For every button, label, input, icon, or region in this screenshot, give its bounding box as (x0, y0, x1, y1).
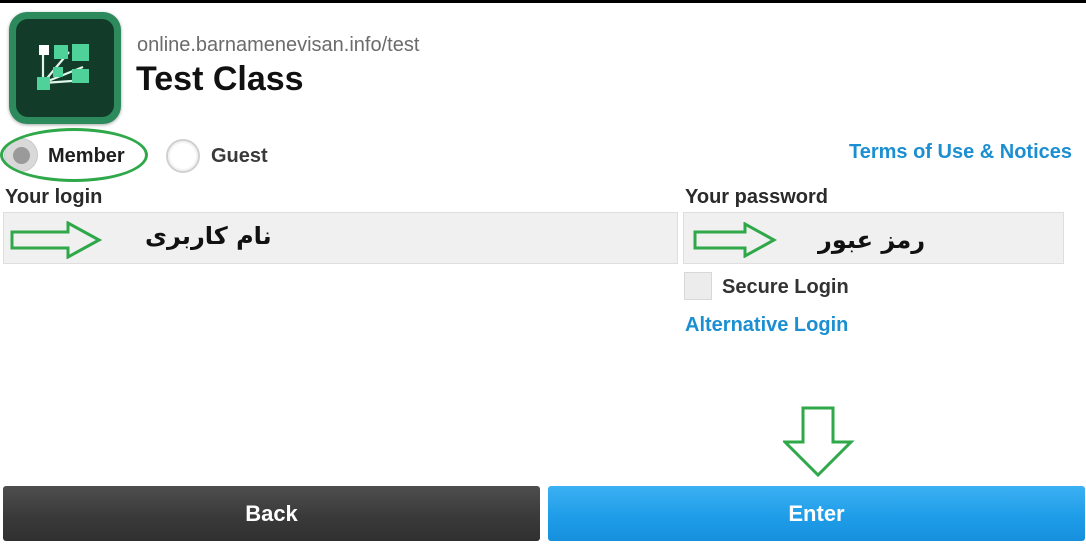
login-label: Your login (5, 186, 103, 208)
top-border (0, 0, 1086, 3)
adobe-connect-icon (16, 19, 114, 117)
app-icon (9, 12, 121, 124)
room-url: online.barnamenevisan.info/test (137, 34, 420, 56)
arrow-right-icon (693, 222, 777, 258)
page-title: Test Class (136, 60, 304, 98)
login-input-value: نام کاربری (145, 222, 272, 250)
password-label: Your password (685, 186, 828, 208)
arrow-down-icon (783, 406, 855, 478)
secure-login-label[interactable]: Secure Login (722, 276, 849, 299)
arrow-right-icon (10, 221, 102, 259)
secure-login-checkbox[interactable] (684, 272, 712, 300)
terms-link[interactable]: Terms of Use & Notices (849, 141, 1072, 164)
back-button[interactable]: Back (3, 486, 540, 541)
enter-button[interactable]: Enter (548, 486, 1085, 541)
password-input-value: رمز عبور (818, 226, 926, 254)
login-input[interactable] (3, 212, 678, 264)
highlight-ellipse-annotation (0, 128, 148, 182)
guest-label[interactable]: Guest (211, 145, 268, 168)
guest-radio[interactable] (166, 139, 200, 173)
alternative-login-link[interactable]: Alternative Login (685, 314, 848, 337)
